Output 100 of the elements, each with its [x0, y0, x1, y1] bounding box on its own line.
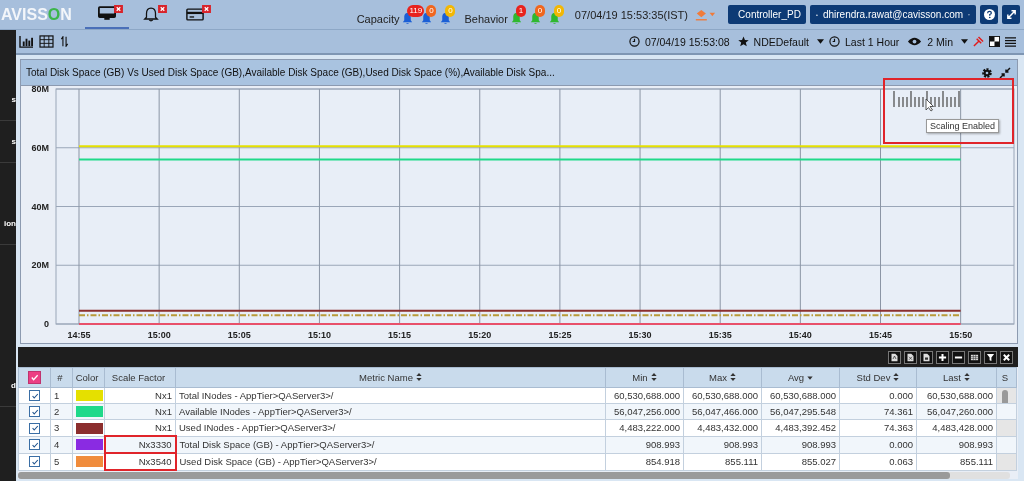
sidebar-item[interactable]: s [0, 80, 16, 121]
pin-icon[interactable] [973, 36, 984, 47]
chart-title: Total Disk Space (GB) Vs Used Disk Space (GB),Available Disk Space (GB),Used Disk Space (%),Available Disk Spa... [26, 67, 556, 78]
word-export-button[interactable] [920, 350, 933, 364]
column-header[interactable]: Scale Factor [104, 367, 176, 388]
grid-icon [970, 352, 979, 362]
alert-count: 0 [553, 4, 564, 17]
alert-count: 0 [426, 4, 437, 17]
column-header[interactable]: Avg [761, 367, 840, 388]
column-header[interactable]: Metric Name [175, 367, 606, 388]
scrollbar-thumb[interactable] [18, 472, 950, 479]
sort-icon[interactable] [650, 373, 657, 381]
select-all-checkbox[interactable] [28, 371, 41, 384]
alert-bell[interactable]: 1 [509, 1, 529, 28]
tiles-icon[interactable] [989, 36, 1000, 47]
x-axis-label: 15:20 [468, 330, 492, 340]
sort-icon[interactable] [964, 373, 970, 381]
alert-group-label: Behavior [464, 12, 508, 25]
sidebar-item[interactable]: d [0, 366, 16, 407]
color-swatch[interactable] [76, 439, 103, 451]
close-button[interactable] [1000, 350, 1013, 364]
y-axis-label: 20M [31, 260, 49, 271]
x-axis-label: 15:35 [708, 330, 732, 340]
column-header[interactable]: # [50, 367, 73, 388]
column-header[interactable]: Last [916, 367, 997, 388]
mouse-cursor-icon [925, 98, 935, 112]
color-swatch[interactable] [76, 456, 103, 468]
sidebar-item[interactable]: s [0, 122, 16, 163]
fullscreen-button[interactable] [1002, 5, 1020, 24]
controller-button[interactable]: Controller_PD [728, 5, 806, 24]
current-time: 07/04/19 15:53:08 [644, 35, 730, 48]
column-header[interactable]: Max [683, 367, 762, 388]
filter-button[interactable] [984, 350, 997, 364]
refresh-interval-dropdown[interactable]: 2 Min [927, 35, 953, 48]
plus-icon [938, 352, 947, 362]
x-axis-label: 14:55 [67, 330, 91, 340]
star-icon [737, 36, 749, 47]
row-checkbox[interactable] [29, 422, 40, 434]
x-axis-label: 15:05 [227, 330, 251, 340]
sort-icon[interactable] [415, 373, 422, 381]
y-axis-label: 80M [31, 86, 49, 94]
alert-count: 119 [407, 4, 425, 17]
user-dropdown[interactable]: dhirendra.rawat@cavisson.com [810, 5, 976, 24]
remove-button[interactable] [952, 350, 965, 364]
server-datetime: 07/04/19 15:53:35(IST) [574, 8, 688, 21]
alert-group-label: Capacity [356, 12, 400, 25]
sort-arrows-icon[interactable] [59, 36, 70, 47]
settings-icon[interactable] [981, 66, 993, 79]
x-axis-label: 15:40 [788, 330, 812, 340]
add-button[interactable] [936, 350, 949, 364]
tooltip: Scaling Enabled [926, 119, 1000, 133]
bell-icon [141, 7, 160, 22]
sort-icon[interactable] [893, 373, 900, 381]
favorite-dropdown[interactable]: NDEDefault [753, 35, 810, 48]
x-axis-label: 15:15 [388, 330, 412, 340]
row-checkbox[interactable] [29, 390, 40, 402]
color-swatch[interactable] [76, 390, 103, 402]
close-badge-icon[interactable] [113, 4, 123, 13]
close-icon [1002, 352, 1011, 362]
x-axis-label: 15:50 [949, 330, 973, 340]
alert-count: 1 [515, 4, 526, 17]
bar-chart-icon[interactable] [19, 35, 34, 48]
row-checkbox[interactable] [29, 406, 40, 418]
y-axis-label: 0 [44, 319, 49, 329]
clock-icon [628, 36, 640, 47]
column-header[interactable]: Std Dev [839, 367, 917, 388]
table-cell: Nx3330 [104, 436, 176, 453]
collapse-icon[interactable] [999, 66, 1011, 79]
table-icon[interactable] [39, 35, 54, 48]
color-swatch[interactable] [76, 406, 103, 418]
x-axis-label: 15:30 [628, 330, 652, 340]
column-header[interactable]: Min [605, 367, 684, 388]
filter-icon [986, 352, 995, 362]
time-range-dropdown[interactable]: Last 1 Hour [845, 35, 900, 48]
eye-icon [907, 35, 923, 48]
alert-count: 0 [445, 4, 456, 17]
row-checkbox[interactable] [29, 439, 40, 451]
document-icon [922, 352, 931, 362]
clock-icon [829, 36, 841, 47]
column-header[interactable]: S [996, 367, 1017, 388]
bell-icon [401, 11, 415, 25]
help-icon [983, 9, 995, 20]
close-badge-icon[interactable] [201, 4, 211, 13]
x-axis-label: 15:10 [307, 330, 331, 340]
x-axis-label: 15:25 [548, 330, 572, 340]
pdf-export-button[interactable] [888, 350, 901, 364]
row-checkbox[interactable] [29, 456, 40, 468]
excel-export-button[interactable] [904, 350, 917, 364]
column-header[interactable]: Color [72, 367, 105, 388]
document-icon [890, 352, 899, 362]
sort-icon[interactable] [729, 373, 736, 381]
document-icon [906, 352, 915, 362]
help-button[interactable] [980, 5, 998, 24]
close-badge-icon[interactable] [157, 4, 167, 13]
color-swatch[interactable] [76, 422, 103, 434]
sidebar-item[interactable]: ion [0, 204, 16, 245]
columns-button[interactable] [968, 350, 981, 364]
expand-icon [1005, 9, 1017, 20]
menu-icon[interactable] [1005, 36, 1016, 47]
checkmark-icon [30, 373, 39, 382]
